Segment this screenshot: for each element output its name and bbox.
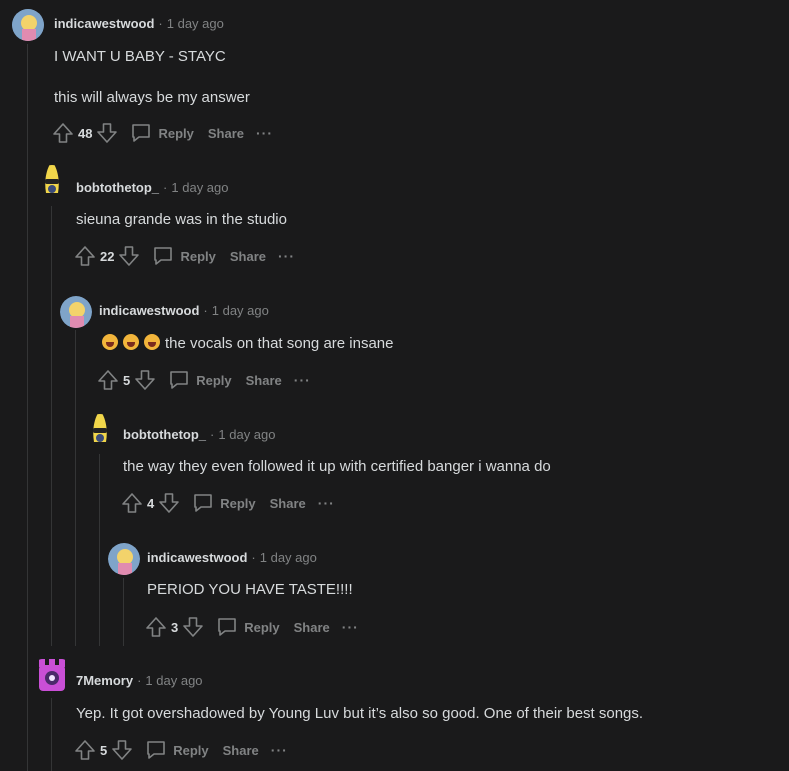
reply-label: Reply xyxy=(173,742,209,758)
thread-line[interactable] xyxy=(51,698,52,771)
speech-bubble-icon xyxy=(194,494,213,512)
username[interactable]: indicawestwood xyxy=(99,303,199,318)
comment-actions: 3 Reply Share ··· xyxy=(145,614,359,640)
share-button[interactable]: Share xyxy=(230,249,266,264)
vote-count: 3 xyxy=(171,619,179,635)
comment-text: the vocals on that song are insane xyxy=(102,334,394,352)
username[interactable]: indicawestwood xyxy=(54,16,154,31)
timestamp[interactable]: 1 day ago xyxy=(218,427,275,442)
downvote-arrow-icon[interactable] xyxy=(118,245,140,267)
speech-bubble-icon xyxy=(132,124,151,142)
downvote-arrow-icon[interactable] xyxy=(134,369,156,391)
separator: · xyxy=(210,427,215,442)
more-options-button[interactable]: ··· xyxy=(318,495,335,511)
avatar[interactable] xyxy=(60,296,92,328)
vote-count: 4 xyxy=(147,495,155,511)
reply-button[interactable]: Reply xyxy=(192,492,256,514)
comment-actions: 22 Reply Share ··· xyxy=(74,243,295,269)
comment-text-content: the vocals on that song are insane xyxy=(165,335,394,352)
downvote-arrow-icon[interactable] xyxy=(182,616,204,638)
reply-label: Reply xyxy=(220,495,256,511)
avatar[interactable] xyxy=(36,165,68,197)
upvote-arrow-icon[interactable] xyxy=(145,616,167,638)
upvote-arrow-icon[interactable] xyxy=(74,245,96,267)
more-options-button[interactable]: ··· xyxy=(271,742,288,758)
reply-button[interactable]: Reply xyxy=(130,122,194,144)
speech-bubble-icon xyxy=(218,618,237,636)
speech-bubble-icon xyxy=(147,741,166,759)
thread-line[interactable] xyxy=(51,206,52,646)
vote-count: 48 xyxy=(78,125,93,141)
vote-count: 5 xyxy=(100,742,108,758)
avatar[interactable] xyxy=(12,9,44,41)
timestamp[interactable]: 1 day ago xyxy=(260,550,317,565)
reply-button[interactable]: Reply xyxy=(216,616,280,638)
more-options-button[interactable]: ··· xyxy=(294,372,311,388)
more-options-button[interactable]: ··· xyxy=(256,125,273,141)
share-button[interactable]: Share xyxy=(294,620,330,635)
share-button[interactable]: Share xyxy=(223,743,259,758)
comment-text: this will always be my answer xyxy=(54,89,250,106)
speech-bubble-icon xyxy=(154,247,173,265)
screaming-face-emoji xyxy=(144,334,160,350)
separator: · xyxy=(158,16,163,31)
share-button[interactable]: Share xyxy=(208,126,244,141)
downvote-arrow-icon[interactable] xyxy=(96,122,118,144)
reply-label: Reply xyxy=(180,248,216,264)
comment-text: the way they even followed it up with ce… xyxy=(123,458,551,475)
thread-line[interactable] xyxy=(99,454,100,646)
reply-label: Reply xyxy=(158,125,194,141)
reply-button[interactable]: Reply xyxy=(168,369,232,391)
downvote-arrow-icon[interactable] xyxy=(158,492,180,514)
separator: · xyxy=(163,180,168,195)
reply-label: Reply xyxy=(196,372,232,388)
username[interactable]: bobtothetop_ xyxy=(123,427,206,442)
comment-text: PERIOD YOU HAVE TASTE!!!! xyxy=(147,581,353,598)
separator: · xyxy=(203,303,208,318)
reply-button[interactable]: Reply xyxy=(152,245,216,267)
share-button[interactable]: Share xyxy=(246,373,282,388)
timestamp[interactable]: 1 day ago xyxy=(212,303,269,318)
separator: · xyxy=(137,673,142,688)
comment-actions: 4 Reply Share ··· xyxy=(121,490,335,516)
avatar[interactable] xyxy=(108,543,140,575)
comment-text: I WANT U BABY - STAYC xyxy=(54,48,226,65)
comment-actions: 5 Reply Share ··· xyxy=(97,367,311,393)
username[interactable]: bobtothetop_ xyxy=(76,180,159,195)
more-options-button[interactable]: ··· xyxy=(278,248,295,264)
reply-button[interactable]: Reply xyxy=(145,739,209,761)
thread-line[interactable] xyxy=(75,330,76,646)
downvote-arrow-icon[interactable] xyxy=(111,739,133,761)
share-button[interactable]: Share xyxy=(270,496,306,511)
timestamp[interactable]: 1 day ago xyxy=(167,16,224,31)
upvote-arrow-icon[interactable] xyxy=(121,492,143,514)
upvote-arrow-icon[interactable] xyxy=(74,739,96,761)
screaming-face-emoji xyxy=(123,334,139,350)
upvote-arrow-icon[interactable] xyxy=(97,369,119,391)
avatar[interactable] xyxy=(84,414,116,446)
upvote-arrow-icon[interactable] xyxy=(52,122,74,144)
thread-line[interactable] xyxy=(27,44,28,771)
separator: · xyxy=(251,550,256,565)
more-options-button[interactable]: ··· xyxy=(342,619,359,635)
avatar[interactable] xyxy=(36,659,68,691)
vote-count: 5 xyxy=(123,372,131,388)
screaming-face-emoji xyxy=(102,334,118,350)
username[interactable]: 7Memory xyxy=(76,673,133,688)
username[interactable]: indicawestwood xyxy=(147,550,247,565)
reply-label: Reply xyxy=(244,619,280,635)
speech-bubble-icon xyxy=(170,371,189,389)
comment-text: Yep. It got overshadowed by Young Luv bu… xyxy=(76,705,644,722)
comment-actions: 5 Reply Share ··· xyxy=(74,737,288,763)
thread-line[interactable] xyxy=(123,578,124,646)
timestamp[interactable]: 1 day ago xyxy=(171,180,228,195)
comment-actions: 48 Reply Share ··· xyxy=(52,120,273,146)
vote-count: 22 xyxy=(100,248,115,264)
comment-text: sieuna grande was in the studio xyxy=(76,211,287,228)
timestamp[interactable]: 1 day ago xyxy=(145,673,202,688)
